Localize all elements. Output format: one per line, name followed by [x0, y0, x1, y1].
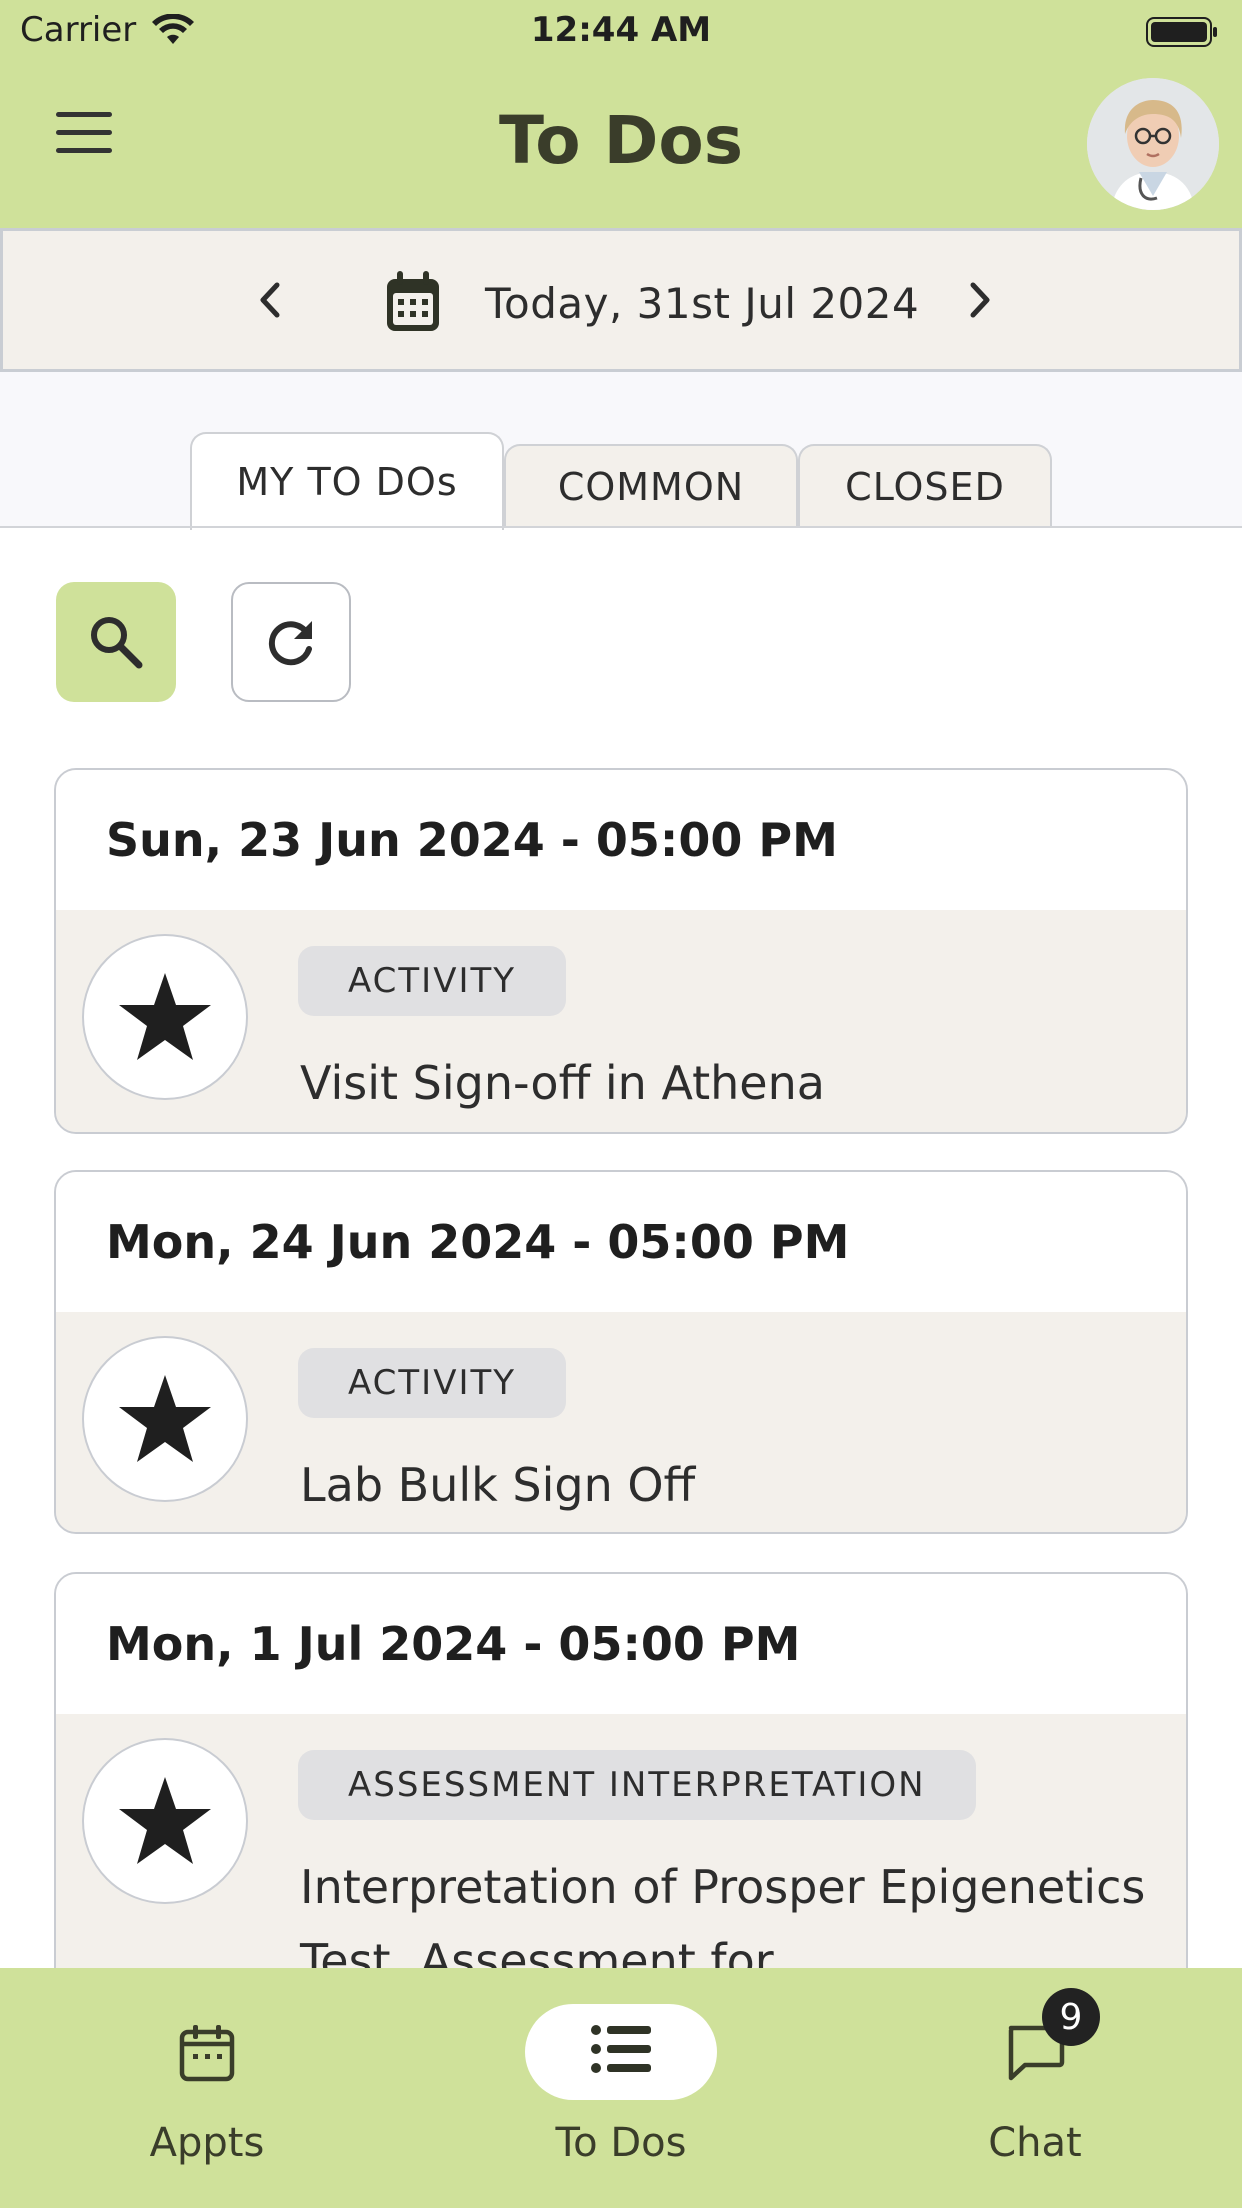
search-button[interactable] — [56, 582, 176, 702]
list-icon — [591, 2025, 651, 2073]
todo-type-icon-circle — [82, 1738, 248, 1904]
nav-item-appts[interactable]: Appts — [0, 1968, 414, 2208]
star-icon — [119, 973, 211, 1060]
todo-datetime: Mon, 24 Jun 2024 - 05:00 PM — [56, 1172, 1186, 1312]
todo-card[interactable]: Sun, 23 Jun 2024 - 05:00 PM ACTIVITY Vis… — [54, 768, 1188, 1134]
refresh-icon — [268, 621, 312, 666]
todo-category-badge: ASSESSMENT INTERPRETATION — [298, 1750, 976, 1820]
todo-card[interactable]: Mon, 24 Jun 2024 - 05:00 PM ACTIVITY Lab… — [54, 1170, 1188, 1534]
todo-body: ACTIVITY Lab Bulk Sign Off — [56, 1312, 1186, 1532]
refresh-button[interactable] — [231, 582, 351, 702]
todo-category-badge: ACTIVITY — [298, 946, 567, 1016]
todo-type-icon-circle — [82, 934, 248, 1100]
todo-body: ACTIVITY Visit Sign-off in Athena — [56, 910, 1186, 1132]
nav-item-chat[interactable]: Chat — [828, 1968, 1242, 2208]
todo-datetime: Mon, 1 Jul 2024 - 05:00 PM — [56, 1574, 1186, 1714]
todo-title: Visit Sign-off in Athena — [300, 1056, 825, 1110]
todo-category-badge: ACTIVITY — [298, 1348, 567, 1418]
todo-list: Sun, 23 Jun 2024 - 05:00 PM ACTIVITY Vis… — [0, 0, 1242, 1968]
todo-card[interactable]: Mon, 1 Jul 2024 - 05:00 PM ASSESSMENT IN… — [54, 1572, 1188, 1968]
chat-unread-badge: 9 — [1042, 1988, 1100, 2046]
star-icon — [119, 1777, 211, 1864]
nav-item-todos[interactable]: To Dos — [414, 1968, 828, 2208]
todo-datetime: Sun, 23 Jun 2024 - 05:00 PM — [56, 770, 1186, 910]
calendar-icon — [179, 2025, 235, 2082]
todo-title: Lab Bulk Sign Off — [300, 1458, 696, 1512]
todo-title: Interpretation of Prosper Epigenetics Te… — [300, 1860, 1146, 1968]
nav-label-chat: Chat — [988, 2120, 1082, 2166]
star-icon — [119, 1375, 211, 1462]
nav-label-appts: Appts — [149, 2120, 265, 2166]
todo-body: ASSESSMENT INTERPRETATION Interpretation… — [56, 1714, 1186, 1968]
todo-type-icon-circle — [82, 1336, 248, 1502]
search-icon — [91, 617, 143, 669]
nav-label-todos: To Dos — [555, 2120, 687, 2166]
